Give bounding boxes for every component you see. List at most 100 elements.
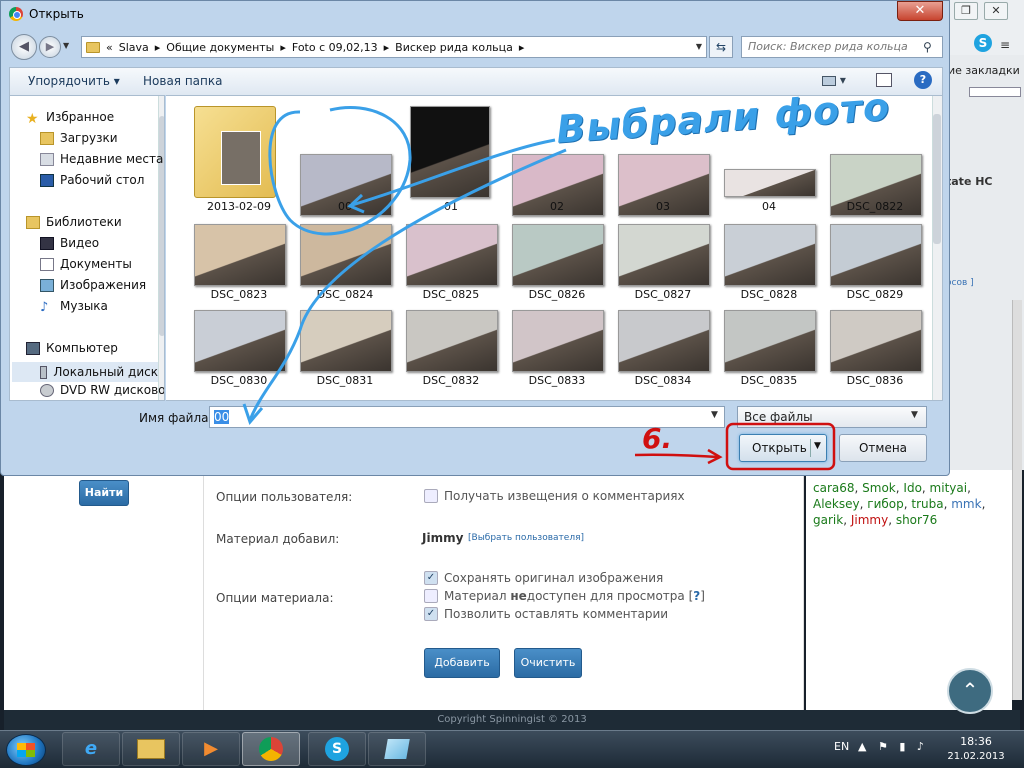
nav-item[interactable]: Компьютер bbox=[26, 341, 118, 355]
breadcrumb-shared-docs[interactable]: Общие документы bbox=[166, 41, 274, 54]
online-user-link[interactable]: mmk bbox=[951, 497, 981, 511]
refresh-button[interactable]: ⇆ bbox=[709, 36, 733, 58]
nav-item[interactable]: Рабочий стол bbox=[40, 173, 144, 187]
skype-extension-icon[interactable]: S bbox=[974, 34, 992, 52]
file-item-label[interactable]: DSC_0824 bbox=[292, 288, 398, 301]
breadcrumb-separator[interactable]: ▸ bbox=[384, 41, 390, 54]
forward-button[interactable]: ▶ bbox=[39, 36, 61, 58]
restore-window-button[interactable]: ❐ bbox=[954, 2, 978, 20]
file-item-label[interactable]: DSC_0827 bbox=[610, 288, 716, 301]
file-list-scrollbar-thumb[interactable] bbox=[933, 114, 941, 244]
file-item-label[interactable]: DSC_0833 bbox=[504, 374, 610, 387]
file-item-label[interactable]: DSC_0825 bbox=[398, 288, 504, 301]
online-user-link[interactable]: cara68 bbox=[813, 481, 855, 495]
clock-time[interactable]: 18:36 bbox=[948, 735, 1004, 748]
nav-item[interactable]: ♪ Музыка bbox=[40, 299, 108, 315]
nav-item[interactable]: Загрузки bbox=[40, 131, 118, 145]
taskbar-chrome[interactable] bbox=[242, 732, 300, 766]
new-folder-button[interactable]: Новая папка bbox=[143, 74, 222, 88]
allow-comments-checkbox[interactable]: ✓ bbox=[424, 607, 438, 621]
clear-button[interactable]: Очистить bbox=[514, 648, 582, 678]
address-bar[interactable]: « Slava ▸ Общие документы ▸ Foto с 09,02… bbox=[81, 36, 707, 58]
taskbar-media-player[interactable]: ▶ bbox=[182, 732, 240, 766]
file-item-label[interactable]: 02 bbox=[504, 200, 610, 213]
online-user-link[interactable]: Aleksey bbox=[813, 497, 860, 511]
keep-original-checkbox[interactable]: ✓ bbox=[424, 571, 438, 585]
file-item-label[interactable]: DSC_0823 bbox=[186, 288, 292, 301]
online-user-link[interactable]: truba bbox=[911, 497, 943, 511]
breadcrumb-separator[interactable]: ▸ bbox=[280, 41, 286, 54]
nav-item[interactable]: Документы bbox=[40, 257, 132, 271]
recent-locations-dropdown[interactable]: ▼ bbox=[63, 41, 69, 50]
filename-dropdown[interactable]: ▼ bbox=[711, 410, 718, 420]
file-type-dropdown-arrow[interactable]: ▼ bbox=[911, 410, 918, 420]
online-user-link[interactable]: Ido bbox=[903, 481, 922, 495]
page-scrollbar[interactable] bbox=[1012, 300, 1022, 700]
slider-control[interactable] bbox=[969, 87, 1021, 97]
keep-original-option[interactable]: ✓ Сохранять оригинал изображения bbox=[424, 571, 663, 585]
address-dropdown[interactable]: ▼ bbox=[691, 36, 707, 58]
file-item-label[interactable]: DSC_0835 bbox=[716, 374, 822, 387]
file-item-label[interactable]: 03 bbox=[610, 200, 716, 213]
file-type-select[interactable]: Все файлы bbox=[737, 406, 927, 428]
system-tray[interactable]: ▲ ⚑ ▮ ♪ bbox=[858, 740, 928, 753]
unavailable-checkbox[interactable] bbox=[424, 589, 438, 603]
file-item-label[interactable]: 2013-02-09 bbox=[186, 200, 292, 213]
breadcrumb-separator[interactable]: ▸ bbox=[155, 41, 161, 54]
file-item-label[interactable]: DSC_0834 bbox=[610, 374, 716, 387]
nav-item[interactable]: Изображения bbox=[40, 278, 146, 292]
help-link[interactable]: ? bbox=[693, 589, 700, 603]
online-user-link[interactable]: Jimmy bbox=[851, 513, 888, 527]
breadcrumb-separator[interactable]: ▸ bbox=[519, 41, 525, 54]
taskbar-skype[interactable]: S bbox=[308, 732, 366, 766]
add-button[interactable]: Добавить bbox=[424, 648, 500, 678]
file-item-label[interactable]: DSC_0836 bbox=[822, 374, 928, 387]
cancel-button[interactable]: Отмена bbox=[839, 434, 927, 462]
open-options-dropdown[interactable]: ▼ bbox=[814, 441, 821, 451]
breadcrumb-foto[interactable]: Foto с 09,02,13 bbox=[292, 41, 378, 54]
search-input[interactable]: Поиск: Вискер рида кольца bbox=[741, 36, 943, 58]
file-item-label[interactable]: 01 bbox=[398, 200, 504, 213]
close-window-button[interactable]: ✕ bbox=[984, 2, 1008, 20]
view-dropdown-arrow[interactable]: ▾ bbox=[840, 73, 846, 87]
online-user-link[interactable]: гибор bbox=[867, 497, 903, 511]
notify-checkbox[interactable] bbox=[424, 489, 438, 503]
file-item-label[interactable]: DSC_0822 bbox=[822, 200, 928, 213]
nav-item[interactable]: ★ Избранное bbox=[26, 110, 114, 127]
file-item-label[interactable]: 04 bbox=[716, 200, 822, 213]
wrench-menu-icon[interactable]: ≡ bbox=[1000, 38, 1010, 52]
online-user-link[interactable]: garik bbox=[813, 513, 843, 527]
allow-comments-option[interactable]: ✓ Позволить оставлять комментарии bbox=[424, 607, 668, 621]
find-button[interactable]: Найти bbox=[79, 480, 129, 506]
breadcrumb-slava[interactable]: Slava bbox=[119, 41, 149, 54]
nav-item[interactable]: DVD RW дисково bbox=[40, 383, 164, 397]
nav-item[interactable]: Библиотеки bbox=[26, 215, 122, 229]
dialog-close-button[interactable]: ✕ bbox=[897, 1, 943, 21]
search-icon[interactable]: ⚲ bbox=[923, 40, 932, 54]
online-user-link[interactable]: shor76 bbox=[896, 513, 937, 527]
online-user-link[interactable]: mityai bbox=[930, 481, 968, 495]
bookmarks-bar-label[interactable]: ие закладки bbox=[948, 64, 1020, 77]
choose-user-link[interactable]: [Выбрать пользователя] bbox=[468, 533, 584, 543]
organize-button[interactable]: Упорядочить ▾ bbox=[28, 74, 120, 88]
nav-item[interactable]: Видео bbox=[40, 236, 99, 250]
clock-date[interactable]: 21.02.2013 bbox=[944, 751, 1008, 762]
taskbar-explorer[interactable] bbox=[122, 732, 180, 766]
notify-option[interactable]: Получать извещения о комментариях bbox=[424, 489, 685, 503]
file-item-label[interactable]: DSC_0826 bbox=[504, 288, 610, 301]
file-item-label[interactable]: DSC_0829 bbox=[822, 288, 928, 301]
flag-icon[interactable]: ⚑ bbox=[878, 740, 892, 753]
file-item-label[interactable]: 00 bbox=[292, 200, 398, 213]
choose-user-link-text[interactable]: Выбрать пользователя bbox=[472, 533, 581, 543]
open-button-label[interactable]: Открыть bbox=[752, 441, 807, 455]
back-button[interactable]: ◀ bbox=[11, 34, 37, 60]
file-item-label[interactable]: DSC_0832 bbox=[398, 374, 504, 387]
nav-item[interactable]: Локальный диск bbox=[12, 362, 158, 382]
language-indicator[interactable]: EN bbox=[834, 740, 849, 753]
file-item-label[interactable]: DSC_0831 bbox=[292, 374, 398, 387]
network-icon[interactable]: ▮ bbox=[899, 740, 909, 753]
scroll-to-top-button[interactable]: ⌃ bbox=[947, 668, 993, 714]
taskbar-notes[interactable] bbox=[368, 732, 426, 766]
address-chevron[interactable]: « bbox=[106, 41, 113, 54]
change-view-button[interactable]: ▾ bbox=[822, 73, 846, 87]
